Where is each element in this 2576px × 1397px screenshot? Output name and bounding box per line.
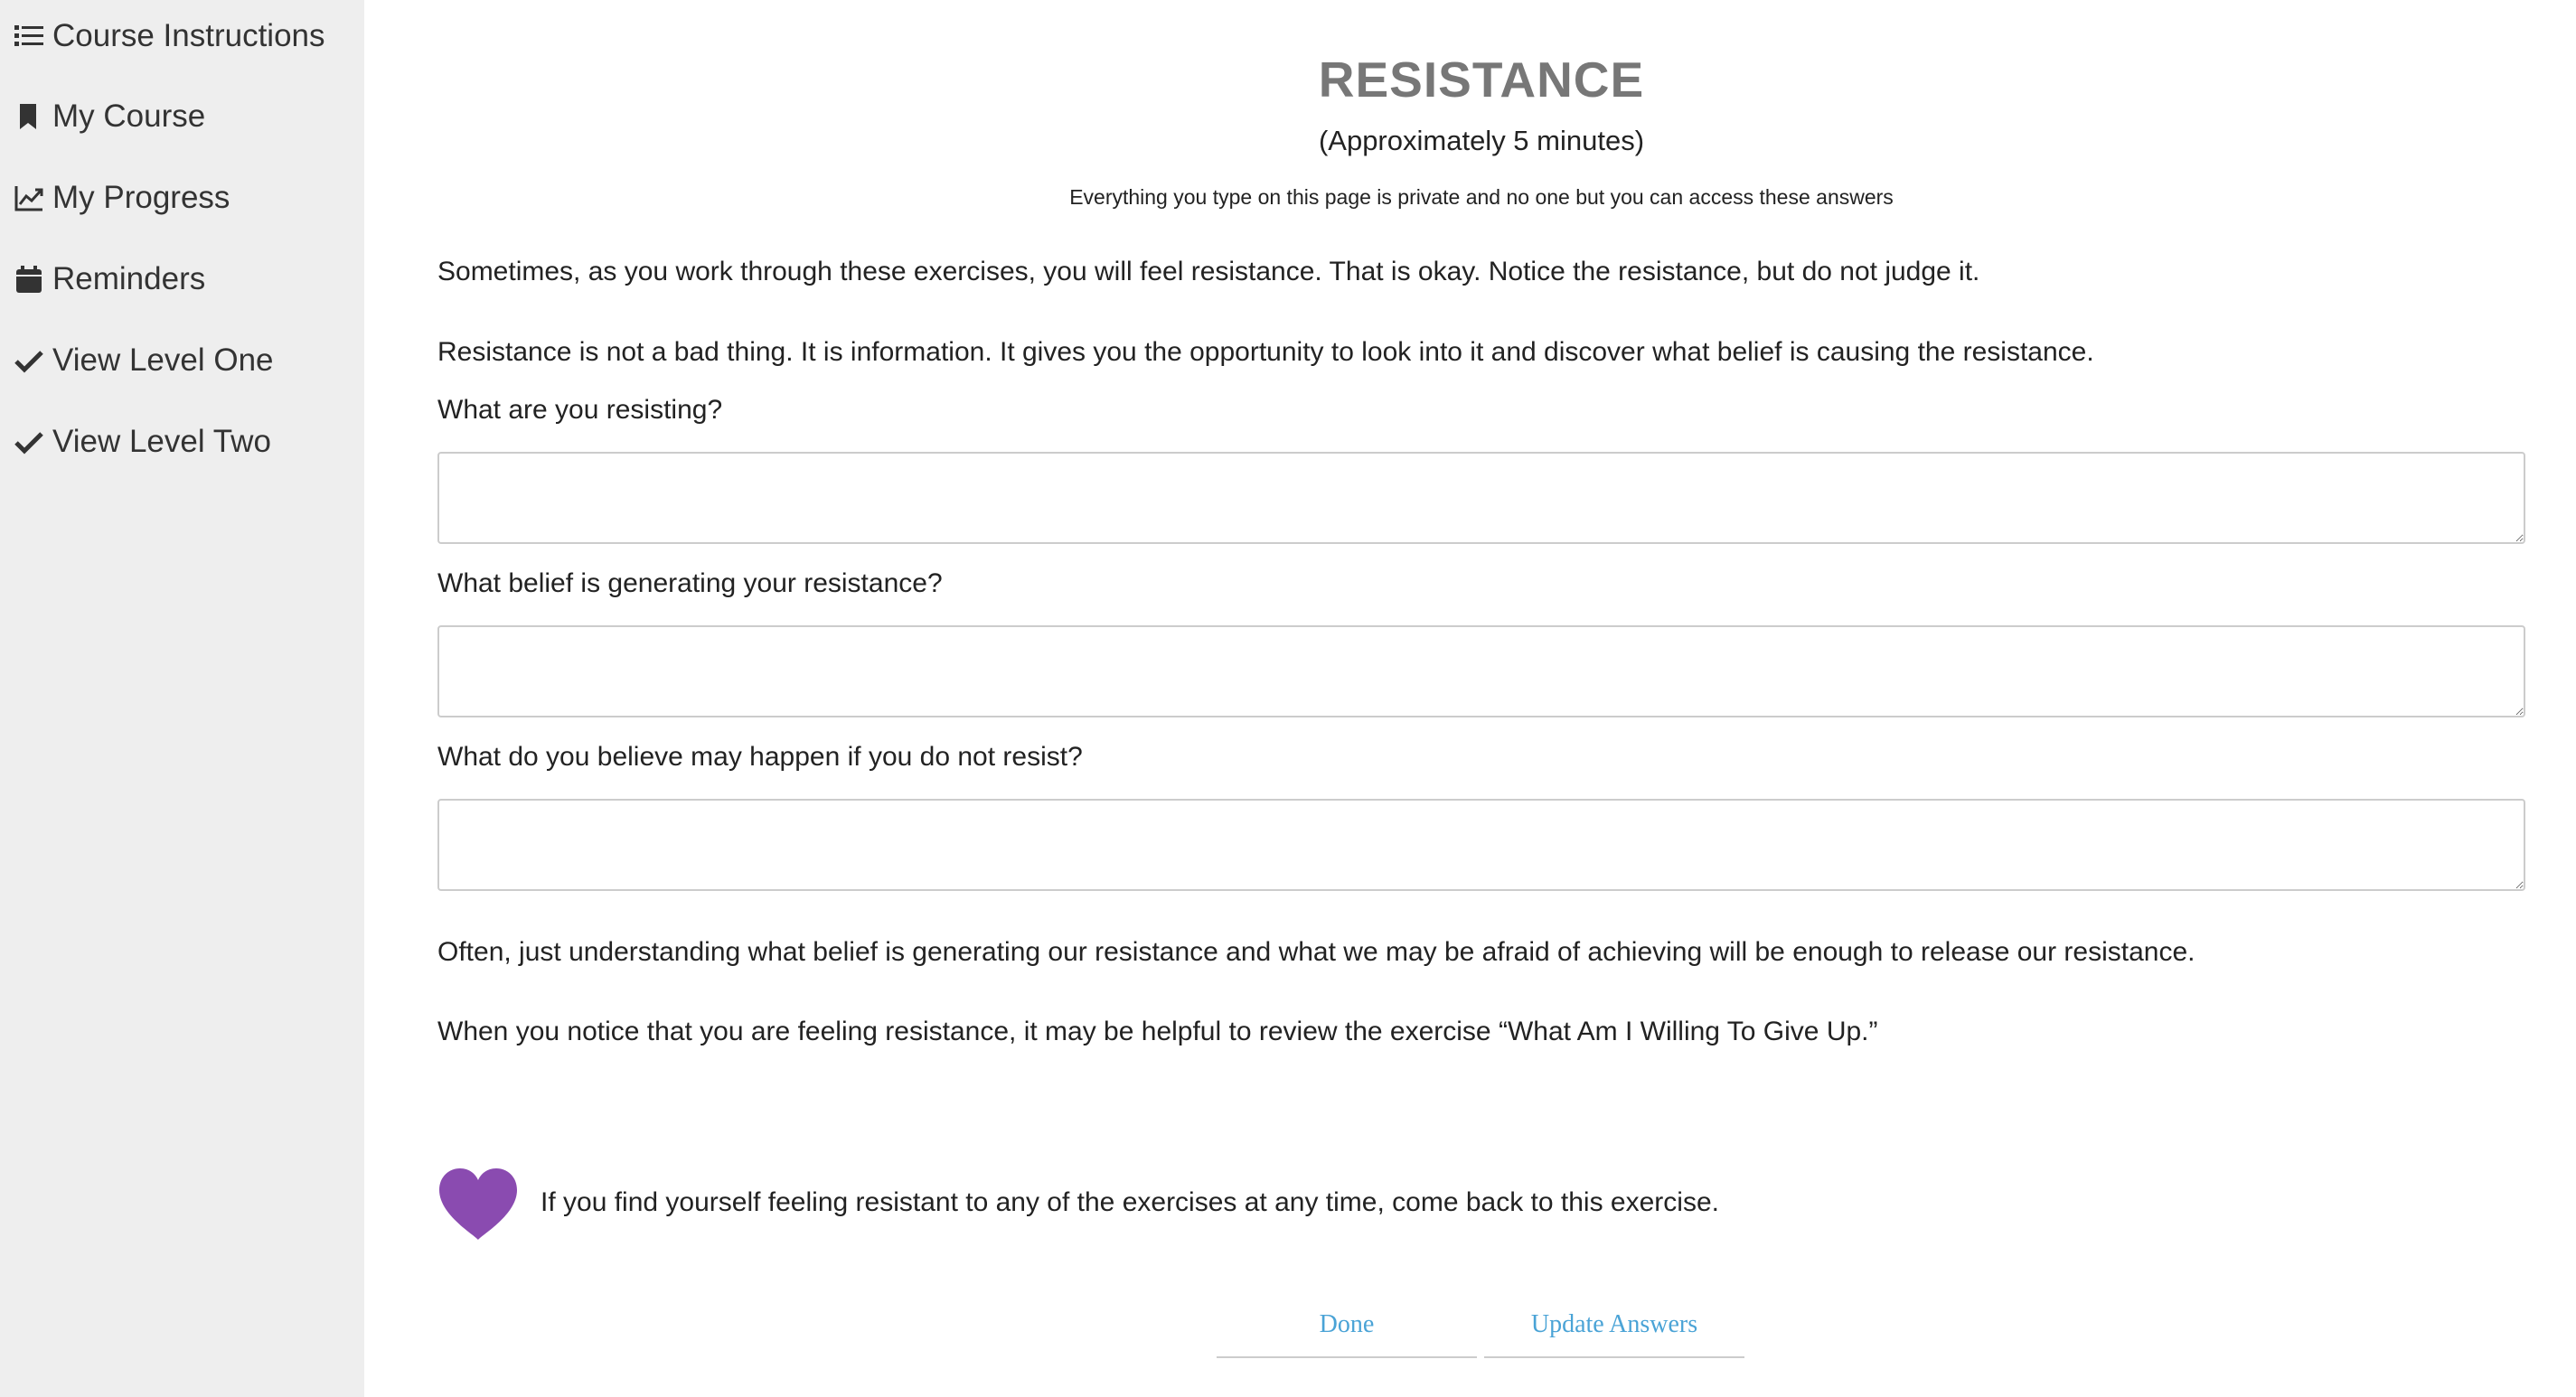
sidebar-item-my-course[interactable]: My Course [13,98,205,135]
callout-text: If you find yourself feeling resistant t… [541,1187,1719,1217]
page-title: RESISTANCE [1318,52,1645,108]
update-answers-button[interactable]: Update Answers [1484,1297,1744,1358]
answer-resisting-field[interactable] [437,452,2525,544]
sidebar-item-label: View Level Two [52,424,271,459]
line-chart-icon [13,182,45,214]
sidebar-item-course-instructions[interactable]: Course Instructions [13,18,325,54]
page-duration: (Approximately 5 minutes) [1318,125,1645,156]
privacy-note: Everything you type on this page is priv… [1069,185,1894,209]
list-icon [13,20,45,52]
check-icon [13,344,45,377]
calendar-icon [13,263,45,295]
answer-may-happen-field[interactable] [437,799,2525,891]
sidebar-item-label: My Progress [52,180,230,215]
sidebar-item-label: My Course [52,98,206,134]
sidebar-item-label: Course Instructions [52,18,325,53]
sidebar-item-label: Reminders [52,261,206,296]
question-label: What are you resisting? [437,395,723,425]
sidebar-item-view-level-two[interactable]: View Level Two [13,424,271,460]
bookmark-icon [13,100,45,133]
closing-paragraph: Often, just understanding what belief is… [437,937,2195,967]
intro-paragraph: Sometimes, as you work through these exe… [437,257,1980,286]
check-icon [13,426,45,458]
done-button[interactable]: Done [1217,1297,1477,1358]
sidebar-item-label: View Level One [52,342,274,378]
answer-belief-field[interactable] [437,625,2525,717]
sidebar-item-view-level-one[interactable]: View Level One [13,342,274,379]
question-label: What do you believe may happen if you do… [437,742,1083,772]
sidebar: Course Instructions My Course My Progres… [0,0,364,1397]
main-content: RESISTANCE (Approximately 5 minutes) Eve… [437,0,2525,1397]
intro-paragraph: Resistance is not a bad thing. It is inf… [437,337,2094,367]
heart-icon [437,1167,519,1242]
question-label: What belief is generating your resistanc… [437,568,943,598]
sidebar-item-reminders[interactable]: Reminders [13,261,205,297]
sidebar-item-my-progress[interactable]: My Progress [13,180,230,216]
closing-paragraph: When you notice that you are feeling res… [437,1017,1878,1046]
